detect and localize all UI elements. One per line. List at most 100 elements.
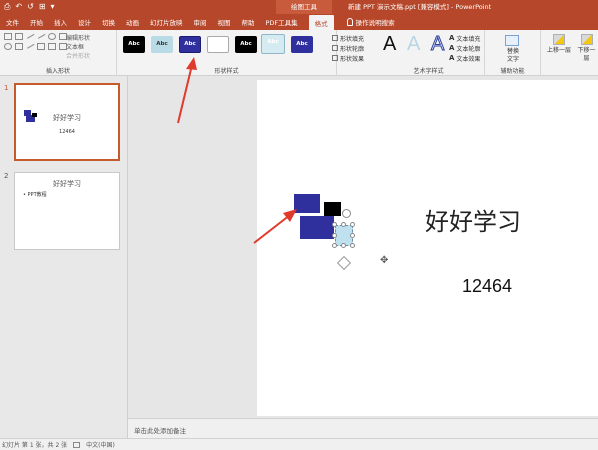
arrange-group: 上移一层 下移一层 xyxy=(541,30,598,76)
alt-text-label-line2: 文字 xyxy=(506,56,519,63)
tab-insert[interactable]: 插入 xyxy=(54,17,67,27)
title-bar: ⎙ ↶ ↺ ⊞ ▾ 绘图工具 新建 PPT 演示文稿.ppt [兼容模式] - … xyxy=(0,0,598,14)
blue-rectangle-1[interactable] xyxy=(294,194,320,213)
rotate-handle-icon[interactable] xyxy=(342,209,351,218)
shape-style-swatch-6[interactable]: Abc xyxy=(261,34,285,54)
blue-rectangle-2[interactable] xyxy=(300,216,334,239)
alt-text-icon[interactable] xyxy=(505,35,519,46)
block-arrow-shape-icon[interactable] xyxy=(37,43,45,50)
text-outline-label: 文本轮廓 xyxy=(456,45,481,53)
alt-text-label-line1: 替换 xyxy=(506,48,519,55)
wordart-sample-3[interactable]: A xyxy=(430,33,444,56)
shapes-gallery[interactable] xyxy=(4,31,68,50)
resize-handle-br[interactable] xyxy=(350,243,355,248)
wordart-styles-group: A A A A 文本填充 A 文本轮廓 A 文本效果 艺术字样式 xyxy=(373,30,485,76)
text-outline-icon: A xyxy=(449,44,455,52)
shape-fill-button[interactable]: 形状填充 xyxy=(332,33,364,43)
tell-me-search[interactable]: 操作说明搜索 xyxy=(346,17,395,27)
start-slideshow-icon[interactable]: ⊞ xyxy=(39,2,46,12)
edit-shape-button[interactable]: 编辑形状 xyxy=(66,33,90,42)
slide-subtitle[interactable]: 12464 xyxy=(407,276,567,297)
resize-handle-bl[interactable] xyxy=(332,243,337,248)
resize-handle-l[interactable] xyxy=(332,233,337,238)
resize-handle-r[interactable] xyxy=(350,233,355,238)
textbox-shape-icon[interactable] xyxy=(15,33,23,40)
text-outline-button[interactable]: A 文本轮廓 xyxy=(449,43,480,53)
tab-file[interactable]: 文件 xyxy=(6,17,19,27)
shape-style-swatch-5[interactable]: Abc xyxy=(235,36,257,53)
insert-shapes-label: 插入形状 xyxy=(45,68,70,75)
undo-icon[interactable]: ↶ xyxy=(15,2,22,12)
slide-number-1: 1 xyxy=(4,84,9,92)
text-fill-button[interactable]: A 文本填充 xyxy=(449,33,480,43)
star-shape-icon[interactable] xyxy=(48,43,56,50)
lightbulb-icon xyxy=(346,18,353,26)
slide-thumbnail-1[interactable]: 好好学习 12464 xyxy=(14,83,120,161)
send-backward-button[interactable]: 下移一层 xyxy=(575,34,598,63)
arrow-shape-icon[interactable] xyxy=(36,31,46,39)
resize-handle-tr[interactable] xyxy=(350,222,355,227)
shape-style-swatch-4[interactable] xyxy=(207,36,229,53)
wordart-styles-label: 艺术字样式 xyxy=(413,68,444,75)
oval-shape-icon[interactable] xyxy=(48,33,56,40)
save-icon[interactable]: ⎙ xyxy=(4,2,10,12)
resize-handle-tl[interactable] xyxy=(332,222,337,227)
tab-home[interactable]: 开始 xyxy=(30,17,43,27)
resize-handle-t[interactable] xyxy=(341,222,346,227)
shape-styles-group: Abc Abc Abc Abc Abc Abc 形状填充 形状轮廓 形状效果 形… xyxy=(117,30,364,76)
tab-help[interactable]: 帮助 xyxy=(242,17,255,27)
thumb-2-title: 好好学习 xyxy=(53,180,81,188)
spelling-check-icon[interactable] xyxy=(73,441,81,448)
slide-number-2: 2 xyxy=(4,172,9,180)
text-fill-icon: A xyxy=(449,34,455,42)
customize-qat-icon[interactable]: ▾ xyxy=(51,2,55,12)
wordart-sample-1[interactable]: A xyxy=(383,33,396,55)
send-backward-label: 下移一层 xyxy=(577,47,596,62)
text-effects-label: 文本效果 xyxy=(456,55,481,63)
connector-shape-icon[interactable] xyxy=(25,41,35,49)
text-effects-button[interactable]: A 文本效果 xyxy=(449,53,480,63)
thumb-1-title: 好好学习 xyxy=(53,114,81,122)
shape-effects-button[interactable]: 形状效果 xyxy=(332,53,364,63)
text-effects-icon: A xyxy=(449,54,455,62)
tab-slideshow[interactable]: 幻灯片放映 xyxy=(150,17,183,27)
alt-text-button[interactable]: 替换 文字 xyxy=(493,48,533,64)
text-box-button[interactable]: 文本框 xyxy=(66,42,90,51)
redo-icon[interactable]: ↺ xyxy=(27,2,34,12)
tab-pdf-tools[interactable]: PDF工具集 xyxy=(266,17,298,27)
tab-view[interactable]: 视图 xyxy=(218,17,231,27)
slide-canvas[interactable]: ✥ 好好学习 12464 xyxy=(257,80,598,416)
slide-thumbnail-2[interactable]: 好好学习 • PPT教程 xyxy=(14,172,120,250)
shape-style-swatch-2[interactable]: Abc xyxy=(151,36,173,53)
language-indicator[interactable]: 中文(中国) xyxy=(86,440,115,449)
shape-style-swatch-1[interactable]: Abc xyxy=(123,36,145,53)
shape-outline-button[interactable]: 形状轮廓 xyxy=(332,43,364,53)
line-shape-icon[interactable] xyxy=(25,31,35,39)
tab-animations[interactable]: 动画 xyxy=(126,17,139,27)
wordart-sample-2[interactable]: A xyxy=(407,33,420,55)
bring-forward-button[interactable]: 上移一层 xyxy=(547,34,571,55)
tab-design[interactable]: 设计 xyxy=(78,17,91,27)
resize-handle-b[interactable] xyxy=(341,243,346,248)
slide-title[interactable]: 好好学习 xyxy=(357,202,589,237)
notes-pane[interactable]: 单击此处添加备注 xyxy=(128,418,598,438)
triangle-shape-icon[interactable] xyxy=(15,43,23,50)
drawing-tools-context-label: 绘图工具 xyxy=(276,0,332,14)
circle-shape-icon[interactable] xyxy=(4,43,12,50)
ribbon-tabs: 文件 开始 插入 设计 切换 动画 幻灯片放映 审阅 视图 帮助 PDF工具集 … xyxy=(0,14,598,33)
merge-shapes-button[interactable]: 合并形状 xyxy=(66,51,90,60)
text-fill-label: 文本填充 xyxy=(456,35,481,43)
effects-icon xyxy=(332,55,338,61)
rectangle-shape-icon[interactable] xyxy=(4,33,12,40)
tell-me-label: 操作说明搜索 xyxy=(355,19,395,27)
tab-transitions[interactable]: 切换 xyxy=(102,17,115,27)
shape-styles-label: 形状样式 xyxy=(214,68,239,75)
tab-review[interactable]: 审阅 xyxy=(194,17,207,27)
black-rectangle[interactable] xyxy=(324,202,341,216)
shape-style-swatch-3[interactable]: Abc xyxy=(179,36,201,53)
accessibility-label: 辅助功能 xyxy=(500,68,525,75)
shape-style-swatch-7[interactable]: Abc xyxy=(291,36,313,53)
quick-access-toolbar: ⎙ ↶ ↺ ⊞ ▾ xyxy=(4,2,55,12)
ribbon: 编辑形状 文本框 合并形状 插入形状 Abc Abc Abc Abc Abc A… xyxy=(0,30,598,76)
layout-options-icon[interactable] xyxy=(336,255,352,271)
